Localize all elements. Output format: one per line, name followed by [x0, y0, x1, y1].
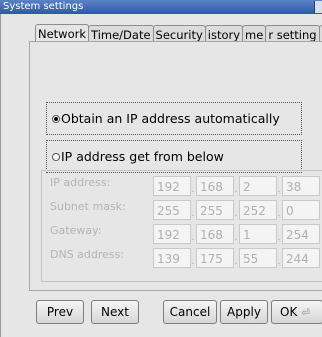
cancel-button[interactable]: Cancel — [163, 300, 217, 324]
auto-ip-label: Obtain an IP address automatically — [61, 111, 280, 126]
window-title: System settings — [3, 1, 84, 12]
tab-time-date[interactable]: Time/Date — [88, 25, 154, 41]
ip-octet-2[interactable]: 168 — [196, 176, 234, 196]
ok-button[interactable]: OK ⏎ — [271, 300, 322, 324]
subnet-mask-label: Subnet mask: — [50, 200, 126, 213]
prev-button[interactable]: Prev — [36, 300, 84, 324]
tab-bar: Network Time/Date Security istory me r settin… — [35, 23, 322, 41]
next-button[interactable]: Next — [91, 300, 139, 324]
close-icon[interactable] — [314, 1, 322, 13]
enter-icon: ⏎ — [301, 308, 310, 319]
auto-ip-option[interactable]: Obtain an IP address automatically — [46, 102, 302, 135]
mask-octet-1[interactable]: 255 — [153, 200, 191, 220]
tab-history[interactable]: istory — [204, 25, 244, 41]
tab-security[interactable]: Security — [152, 25, 206, 41]
manual-ip-label: IP address get from below — [61, 149, 224, 164]
gateway-octet-3[interactable]: 1 — [239, 224, 277, 244]
dns-octet-3[interactable]: 55 — [239, 248, 277, 268]
gateway-label: Gateway: — [50, 224, 102, 237]
settings-window: Network Time/Date Security istory me r settin… — [0, 14, 322, 337]
ip-address-label: IP address: — [50, 176, 111, 189]
tab-setting[interactable]: r setting — [265, 25, 320, 41]
manual-ip-radio[interactable] — [52, 153, 60, 161]
tab-network[interactable]: Network — [35, 24, 90, 41]
mask-octet-3[interactable]: 252 — [239, 200, 277, 220]
dns-octet-1[interactable]: 139 — [153, 248, 191, 268]
window-titlebar: System settings — [0, 0, 322, 14]
ip-octet-3[interactable]: 2 — [239, 176, 277, 196]
ip-octet-1[interactable]: 192 — [153, 176, 191, 196]
auto-ip-radio[interactable] — [52, 115, 60, 123]
dns-octet-2[interactable]: 175 — [196, 248, 234, 268]
tab-me[interactable]: me — [242, 25, 267, 41]
tab-more[interactable]: 0 — [318, 25, 322, 41]
dns-address-label: DNS address: — [50, 248, 125, 261]
gateway-octet-4[interactable]: 254 — [282, 224, 320, 244]
gateway-octet-2[interactable]: 168 — [196, 224, 234, 244]
ip-octet-4[interactable]: 38 — [282, 176, 320, 196]
gateway-octet-1[interactable]: 192 — [153, 224, 191, 244]
manual-ip-option[interactable]: IP address get from below — [46, 140, 302, 173]
apply-button[interactable]: Apply — [220, 300, 268, 324]
mask-octet-4[interactable]: 0 — [282, 200, 320, 220]
ok-label: OK — [280, 305, 298, 319]
dns-octet-4[interactable]: 244 — [282, 248, 320, 268]
mask-octet-2[interactable]: 255 — [196, 200, 234, 220]
